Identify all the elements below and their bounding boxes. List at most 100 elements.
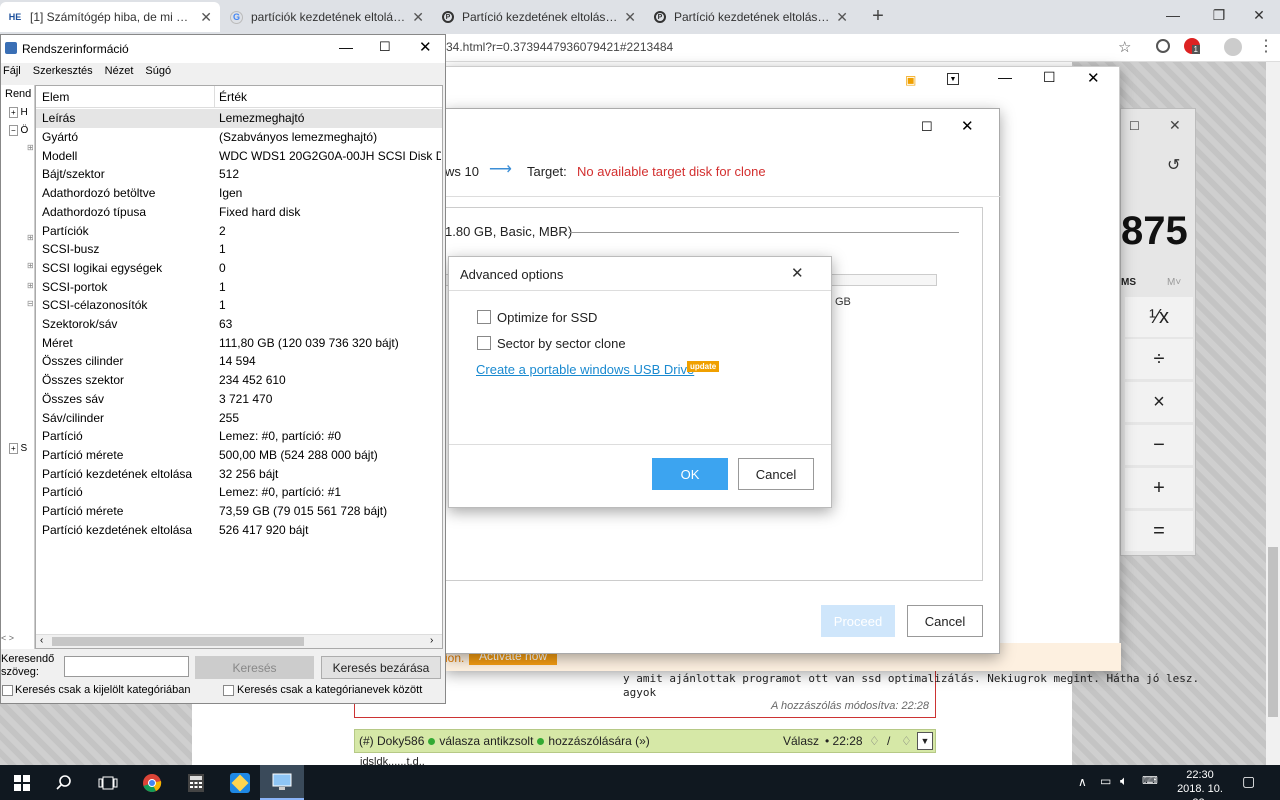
memory-list-button[interactable]: M˅ [1167,277,1181,288]
cart-icon[interactable]: ▣ [905,73,916,87]
equals-key[interactable]: = [1125,511,1193,551]
page-scrollbar[interactable] [1266,62,1280,765]
table-row[interactable]: Partíciók 2 [36,221,442,240]
add-key[interactable]: + [1125,468,1193,508]
column-divider[interactable] [214,86,215,108]
scrollbar-thumb[interactable] [1268,547,1278,717]
close-icon[interactable]: ✕ [1087,69,1100,87]
reciprocal-key[interactable]: ¹⁄x [1125,297,1193,337]
table-row[interactable]: Adathordozó betöltve Igen [36,184,442,203]
scrollbar-thumb[interactable] [52,637,304,646]
maximize-icon[interactable]: ☐ [1043,69,1056,86]
close-tab-icon[interactable]: ✕ [836,9,848,26]
tree-expander[interactable]: ⊞ [27,233,34,242]
dropdown-menu-icon[interactable]: ▼ [947,73,959,85]
menu-file[interactable]: Fájl [3,65,21,77]
table-row[interactable]: Gyártó (Szabványos lemezmeghajtó) [36,128,442,147]
maximize-icon[interactable]: ☐ [921,119,933,135]
tree-item-software[interactable]: + S [9,443,27,454]
task-view-icon[interactable] [86,765,130,800]
maximize-icon[interactable]: ☐ [379,39,391,55]
table-row[interactable]: Adathordozó típusa Fixed hard disk [36,203,442,222]
tree-item-components[interactable]: − Ö [9,125,28,136]
table-row[interactable]: Partíció kezdetének eltolása 526 417 920 … [36,520,442,539]
table-row[interactable]: Partíció mérete 500,00 MB (524 288 000 bá… [36,446,442,465]
table-row[interactable]: Összes sáv 3 721 470 [36,390,442,409]
proceed-button[interactable]: Proceed [821,605,895,637]
sector-clone-checkbox[interactable] [477,336,491,350]
tree-scroll-arrows[interactable]: < > [1,633,34,647]
table-row[interactable]: Sáv/cilinder 255 [36,408,442,427]
menu-help[interactable]: Súgó [145,65,171,77]
column-header-item[interactable]: Elem [42,90,69,104]
table-row[interactable]: Összes cilinder 14 594 [36,352,442,371]
tree-expander[interactable]: ⊞ [27,281,34,290]
extension-icon[interactable]: 1 [1184,38,1200,54]
reply-link[interactable]: Válasz [783,734,819,748]
search-input[interactable] [64,656,189,677]
profile-avatar[interactable] [1224,38,1242,56]
table-row[interactable]: Szektorok/sáv 63 [36,315,442,334]
expand-icon[interactable]: ▼ [917,732,933,750]
close-search-button[interactable]: Keresés bezárása [321,656,441,679]
search-button[interactable]: Keresés [195,656,314,679]
network-icon[interactable]: ▭ [1100,774,1111,788]
menu-kebab-icon[interactable]: ⋮ [1258,36,1274,56]
table-row[interactable]: Modell WDC WDS1 20G2G0A-00JH SCSI Disk De… [36,146,442,165]
browser-minimize-icon[interactable]: — [1150,0,1196,30]
table-row[interactable]: SCSI-portok 1 [36,277,442,296]
browser-restore-icon[interactable]: ❐ [1196,0,1242,30]
table-row[interactable]: Méret 111,80 GB (120 039 736 320 bájt) [36,333,442,352]
url-field[interactable]: 34.html?r=0.3739447936079421#2213484 [446,40,673,54]
horizontal-scrollbar[interactable]: ‹ › [36,634,442,648]
selected-category-checkbox[interactable] [2,685,13,696]
tree-item-hardware[interactable]: + H [9,107,28,118]
table-row[interactable]: SCSI logikai egységek 0 [36,259,442,278]
calc-restore-icon[interactable]: ☐ [1129,119,1140,133]
start-windows-icon[interactable] [0,765,44,800]
volume-icon[interactable]: 🔈︎ [1120,773,1128,789]
table-row[interactable]: Partíció kezdetének eltolása 32 256 bájt [36,464,442,483]
table-row[interactable]: Partíció Lemez: #0, partíció: #0 [36,427,442,446]
optimize-ssd-checkbox[interactable] [477,310,491,324]
tree-expander[interactable]: ⊞ [27,261,34,270]
category-names-checkbox[interactable] [223,685,234,696]
cancel-button[interactable]: Cancel [907,605,983,637]
close-tab-icon[interactable]: ✕ [624,9,636,26]
menu-edit[interactable]: Szerkesztés [33,65,93,77]
system-info-taskbar-icon[interactable] [260,765,304,800]
reply-tail[interactable]: hozzászólására (») [548,734,649,748]
history-icon[interactable]: ↺ [1167,155,1180,175]
table-row[interactable]: SCSI-célazonosítók 1 [36,296,442,315]
calc-close-icon[interactable]: ✕ [1169,117,1181,134]
menu-view[interactable]: Nézet [105,65,134,77]
tree-expander[interactable]: ⊟ [27,299,34,308]
table-row[interactable]: Leírás Lemezmeghajtó [36,109,442,128]
block-icon[interactable] [1156,39,1170,53]
cancel-button[interactable]: Cancel [738,458,814,490]
tree-expander[interactable]: ⊞ [27,143,34,152]
close-icon[interactable]: ✕ [419,38,432,56]
ok-button[interactable]: OK [652,458,728,490]
table-row[interactable]: Partíció Lemez: #0, partíció: #1 [36,483,442,502]
table-row[interactable]: Partíció mérete 73,59 GB (79 015 561 728 … [36,502,442,521]
reply-author[interactable]: (#) Doky586 [359,734,424,748]
close-icon[interactable]: ✕ [961,117,974,135]
minimize-icon[interactable]: — [339,39,353,55]
scroll-right-icon[interactable]: › [430,635,433,646]
browser-tab-2[interactable]: G partíciók kezdetének eltolása jav ✕ [222,2,432,32]
new-tab-icon[interactable]: + [866,4,890,28]
thumb-up-icon[interactable]: ♢ [901,734,912,748]
tree-root[interactable]: Rend [5,88,31,100]
search-icon[interactable] [42,765,86,800]
partition-tool-icon[interactable] [218,765,262,800]
column-header-value[interactable]: Érték [219,90,247,104]
table-row[interactable]: Összes szektor 234 452 610 [36,371,442,390]
subtract-key[interactable]: − [1125,425,1193,465]
multiply-key[interactable]: × [1125,382,1193,422]
divide-key[interactable]: ÷ [1125,339,1193,379]
chrome-icon[interactable] [130,765,174,800]
reply-mid[interactable]: válasza antikzsolt [439,734,533,748]
close-tab-icon[interactable]: ✕ [412,9,424,26]
tray-chevron-icon[interactable]: ∧ [1078,775,1087,789]
